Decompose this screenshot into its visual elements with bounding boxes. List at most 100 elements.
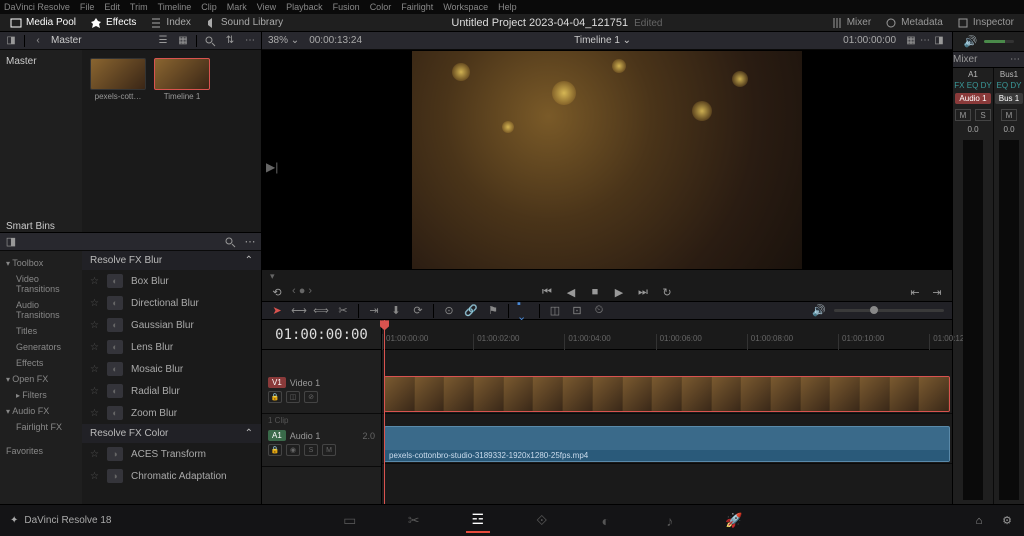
inspector-toggle[interactable]: Inspector <box>957 17 1014 29</box>
lock-track-icon[interactable]: 🔒 <box>268 391 282 403</box>
fx-group-header[interactable]: Resolve FX Blur⌃ <box>82 251 261 270</box>
openfx-category[interactable]: Open FX <box>0 371 82 387</box>
bus-selector[interactable]: Bus 1 <box>995 93 1023 104</box>
mute-button[interactable]: M <box>955 109 971 121</box>
filters-category[interactable]: Filters <box>0 387 82 403</box>
insert-icon[interactable]: ⇥ <box>367 304 381 318</box>
collapse-icon[interactable]: ◨ <box>4 235 18 249</box>
timeline-name-dropdown[interactable]: Timeline 1 ⌄ <box>362 35 843 46</box>
options-icon[interactable]: ⋯ <box>243 235 257 249</box>
menu-item[interactable]: Help <box>498 2 517 12</box>
zoom-dropdown[interactable]: 38% ⌄ <box>268 35 299 46</box>
track-selector[interactable]: Audio 1 <box>955 93 990 104</box>
playhead[interactable] <box>384 320 385 504</box>
menu-item[interactable]: DaVinci Resolve <box>4 2 70 12</box>
cut-page-tab[interactable]: ✂ <box>402 509 426 533</box>
fx-subcategory[interactable]: Generators <box>0 339 82 355</box>
fx-subcategory[interactable]: Video Transitions <box>0 271 82 297</box>
metadata-toggle[interactable]: Metadata <box>885 17 943 29</box>
fader-value[interactable]: 0.0 <box>965 123 980 136</box>
fx-subcategory[interactable]: Titles <box>0 323 82 339</box>
marker-nav[interactable]: ‹ ● › <box>292 285 312 299</box>
mute-button[interactable]: M <box>322 444 336 456</box>
star-icon[interactable]: ☆ <box>90 408 99 419</box>
effects-toggle[interactable]: Effects <box>90 17 136 29</box>
edit-page-tab[interactable]: ☲ <box>466 509 490 533</box>
lock-track-icon[interactable]: 🔒 <box>268 444 282 456</box>
retime-icon[interactable]: ⏲ <box>592 304 606 318</box>
volume-slider[interactable] <box>834 309 944 312</box>
loop-button[interactable]: ↻ <box>660 285 674 299</box>
audio-track-header[interactable]: A1Audio 12.0 🔒◉SM <box>262 427 381 467</box>
video-clip[interactable] <box>384 376 950 412</box>
mixer-toggle[interactable]: Mixer <box>831 17 871 29</box>
fx-subcategory[interactable]: Fairlight FX <box>0 419 82 435</box>
menu-item[interactable]: Color <box>370 2 392 12</box>
lock-icon[interactable]: ⚑ <box>486 304 500 318</box>
stop-button[interactable]: ■ <box>588 285 602 299</box>
options-icon[interactable]: ⋯ <box>1010 54 1024 65</box>
fx-item[interactable]: ☆◐Radial Blur <box>82 380 261 402</box>
color-page-tab[interactable]: ◐ <box>594 509 618 533</box>
menu-item[interactable]: Mark <box>227 2 247 12</box>
options-icon[interactable]: ⋯ <box>918 33 932 47</box>
snap-toggle[interactable]: ⊙ <box>442 304 456 318</box>
track-badge[interactable]: A1 <box>268 430 286 441</box>
sound-library-toggle[interactable]: Sound Library <box>205 17 283 29</box>
match-frame-icon[interactable]: ⟲ <box>270 285 284 299</box>
star-icon[interactable]: ☆ <box>90 342 99 353</box>
fx-item[interactable]: ☆◐Zoom Blur <box>82 402 261 424</box>
marker-button[interactable]: ▪ ⌄ <box>517 304 531 318</box>
star-icon[interactable]: ☆ <box>90 471 99 482</box>
expand-icon[interactable]: ◨ <box>932 33 946 47</box>
settings-icon[interactable]: ⚙ <box>1000 514 1014 528</box>
viewer-timecode-left[interactable]: 00:00:13:24 <box>309 35 362 46</box>
prev-edit-icon[interactable]: ▶| <box>266 160 278 174</box>
menu-item[interactable]: Playback <box>286 2 323 12</box>
chevron-left-icon[interactable]: ‹ <box>31 34 45 48</box>
viewer-scrubber[interactable]: ▾ <box>262 270 952 284</box>
menu-item[interactable]: Fusion <box>333 2 360 12</box>
record-arm-icon[interactable]: ◉ <box>286 444 300 456</box>
media-timeline[interactable]: Timeline 1 <box>154 58 210 101</box>
menu-item[interactable]: Trim <box>130 2 148 12</box>
menu-item[interactable]: Timeline <box>158 2 192 12</box>
star-icon[interactable]: ☆ <box>90 364 99 375</box>
thumb-view-icon[interactable]: ▦ <box>176 34 190 48</box>
index-toggle[interactable]: Index <box>150 17 190 29</box>
menu-item[interactable]: Edit <box>104 2 120 12</box>
fx-subcategory[interactable]: Effects <box>0 355 82 371</box>
fx-item[interactable]: ☆◑ACES Transform <box>82 443 261 465</box>
last-frame-button[interactable]: ⏭ <box>636 285 650 299</box>
gallery-icon[interactable]: ▦ <box>904 33 918 47</box>
star-icon[interactable]: ☆ <box>90 449 99 460</box>
play-reverse-button[interactable]: ◀ <box>564 285 578 299</box>
audiofx-category[interactable]: Audio FX <box>0 403 82 419</box>
fx-item[interactable]: ☆◐Mosaic Blur <box>82 358 261 380</box>
deliver-page-tab[interactable]: 🚀 <box>722 509 746 533</box>
disable-track-icon[interactable]: ⊘ <box>304 391 318 403</box>
fx-subcategory[interactable]: Audio Transitions <box>0 297 82 323</box>
fx-item[interactable]: ☆◐Gaussian Blur <box>82 314 261 336</box>
media-pool-toggle[interactable]: Media Pool <box>10 17 76 29</box>
fx-group-header[interactable]: Resolve FX Color⌃ <box>82 424 261 443</box>
solo-button[interactable]: S <box>304 444 318 456</box>
sort-icon[interactable]: ⇅ <box>223 34 237 48</box>
viewer[interactable]: ▶| <box>262 50 952 270</box>
auto-select-icon[interactable]: ◫ <box>286 391 300 403</box>
track-badge[interactable]: V1 <box>268 377 286 388</box>
play-button[interactable]: ▶ <box>612 285 626 299</box>
master-bin[interactable]: Master <box>0 54 82 69</box>
first-frame-button[interactable]: ⏮ <box>540 285 554 299</box>
dynamic-trim-tool[interactable]: ⟺ <box>314 304 328 318</box>
video-track-header[interactable]: V1Video 1 🔒◫⊘ <box>262 374 381 414</box>
star-icon[interactable]: ☆ <box>90 276 99 287</box>
options-icon[interactable]: ⋯ <box>243 34 257 48</box>
menu-item[interactable]: View <box>257 2 276 12</box>
fx-item[interactable]: ☆◐Directional Blur <box>82 292 261 314</box>
toolbox-category[interactable]: Toolbox <box>0 255 82 271</box>
crop-icon[interactable]: ⊡ <box>570 304 584 318</box>
video-track[interactable] <box>382 374 952 414</box>
breadcrumb[interactable]: Master <box>51 35 82 46</box>
media-clip[interactable]: pexels-cott… <box>90 58 146 101</box>
